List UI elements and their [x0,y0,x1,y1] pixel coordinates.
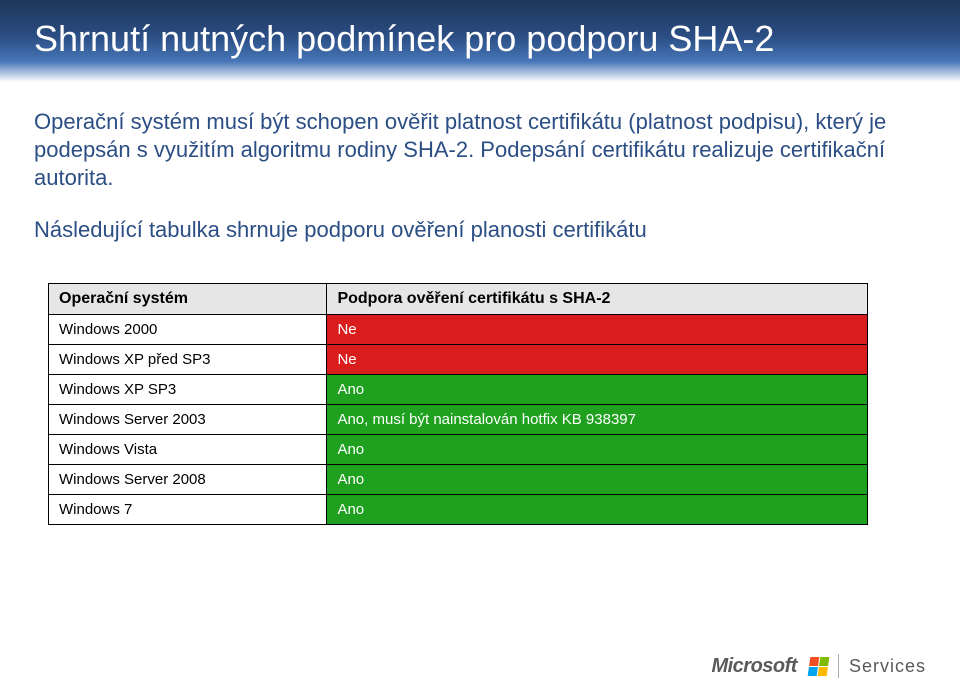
table-row: Windows XP SP3Ano [49,374,868,404]
col-support: Podpora ověření certifikátu s SHA-2 [327,283,868,314]
paragraph-1: Operační systém musí být schopen ověřit … [34,108,906,192]
footer-divider [838,654,839,678]
table-body: Windows 2000NeWindows XP před SP3NeWindo… [49,314,868,524]
support-cell: Ano [327,374,868,404]
microsoft-flag-icon [808,657,830,676]
microsoft-services-label: Services [849,656,926,677]
paragraph-2: Následující tabulka shrnuje podporu ověř… [34,216,906,244]
support-table: Operační systém Podpora ověření certifik… [48,283,868,525]
support-table-wrap: Operační systém Podpora ověření certifik… [48,283,868,525]
os-cell: Windows Server 2003 [49,404,327,434]
support-cell: Ano [327,464,868,494]
table-row: Windows XP před SP3Ne [49,344,868,374]
os-cell: Windows XP SP3 [49,374,327,404]
os-cell: Windows 7 [49,494,327,524]
table-row: Windows 2000Ne [49,314,868,344]
footer-logo: Microsoft Services [711,654,926,678]
support-cell: Ano [327,434,868,464]
slide-title: Shrnutí nutných podmínek pro podporu SHA… [34,18,926,60]
support-cell: Ano, musí být nainstalován hotfix KB 938… [327,404,868,434]
col-os: Operační systém [49,283,327,314]
table-row: Windows 7Ano [49,494,868,524]
os-cell: Windows XP před SP3 [49,344,327,374]
microsoft-wordmark: Microsoft [711,655,797,678]
os-cell: Windows 2000 [49,314,327,344]
support-cell: Ano [327,494,868,524]
os-cell: Windows Server 2008 [49,464,327,494]
support-cell: Ne [327,314,868,344]
body-area: Operační systém musí být schopen ověřit … [34,108,906,525]
slide: Shrnutí nutných podmínek pro podporu SHA… [0,0,960,696]
title-band: Shrnutí nutných podmínek pro podporu SHA… [0,0,960,82]
table-header-row: Operační systém Podpora ověření certifik… [49,283,868,314]
table-row: Windows Server 2003Ano, musí být nainsta… [49,404,868,434]
table-row: Windows VistaAno [49,434,868,464]
os-cell: Windows Vista [49,434,327,464]
support-cell: Ne [327,344,868,374]
table-row: Windows Server 2008Ano [49,464,868,494]
